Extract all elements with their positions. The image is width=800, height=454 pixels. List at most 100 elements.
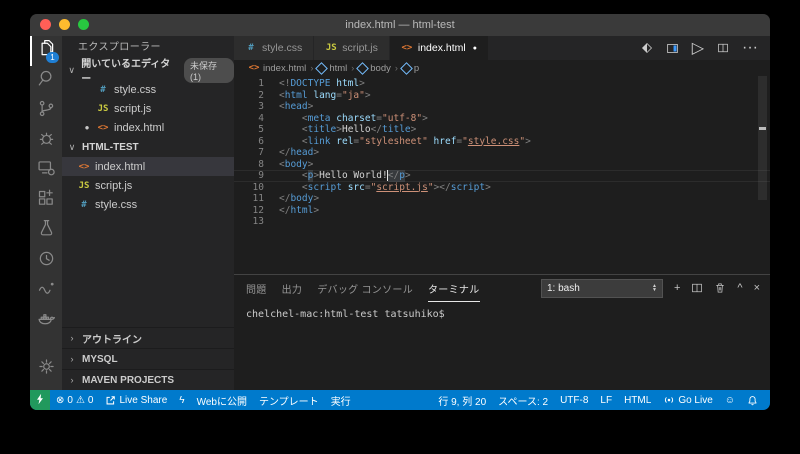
section-MYSQL[interactable]: ›MYSQL (62, 348, 234, 369)
panel-tab-出力[interactable]: 出力 (282, 275, 303, 302)
code-token: DOCTYPE (290, 78, 330, 90)
status-run-task[interactable]: 実行 (325, 390, 357, 410)
close-window-button[interactable] (40, 19, 51, 30)
panel-tab-デバッグ コンソール[interactable]: デバッグ コンソール (317, 275, 413, 302)
activity-docker-button[interactable] (30, 306, 62, 336)
editor-group: #style.cssJSscript.js<>index.html● ▷··· … (234, 36, 770, 390)
section-MAVEN PROJECTS[interactable]: ›MAVEN PROJECTS (62, 369, 234, 390)
warning-icon: ⚠ (76, 395, 85, 406)
breadcrumb-item[interactable]: <>index.html (248, 63, 306, 74)
code-token: title (308, 124, 337, 136)
open-preview-icon[interactable] (666, 42, 679, 55)
js-file-icon: JS (78, 181, 90, 191)
folder-section-header[interactable]: ∨ HTML-TEST (62, 137, 234, 157)
panel-tab-問題[interactable]: 問題 (246, 275, 267, 302)
panel-actions: + ^ × (674, 282, 760, 294)
panel-toolbar: 1: bash ▲▼ + ^ × (541, 279, 760, 298)
open-editors-section-header[interactable]: ∨ 開いているエディター 未保存 (1) (62, 60, 234, 80)
dirty-indicator: ● (473, 45, 477, 52)
run-code-icon[interactable]: ▷ (692, 38, 704, 58)
split-editor-icon[interactable] (717, 42, 729, 54)
activity-source-control-button[interactable] (30, 96, 62, 126)
editor-scrollbar[interactable] (758, 76, 767, 200)
breadcrumb-item[interactable]: p (402, 63, 419, 74)
activity-settings-button[interactable] (30, 354, 62, 384)
code-token: > (422, 113, 428, 125)
tab-script.js[interactable]: JSscript.js (314, 36, 390, 60)
code-editor[interactable]: 1<!DOCTYPE html>2<html lang="ja">3<head>… (234, 76, 770, 274)
activity-extensions-button[interactable] (30, 186, 62, 216)
status-notifications[interactable] (741, 390, 764, 410)
breadcrumb-separator-icon: › (395, 63, 398, 73)
activity-debug-button[interactable] (30, 126, 62, 156)
activity-testing-button[interactable] (30, 216, 62, 246)
tree-item[interactable]: #style.css (62, 195, 234, 214)
close-panel-icon[interactable]: × (754, 282, 760, 294)
split-terminal-icon[interactable] (691, 282, 703, 294)
status-label: 0 (67, 395, 73, 406)
status-go-live[interactable]: Go Live (657, 390, 718, 410)
format-diamond-icon[interactable] (641, 42, 653, 54)
status-live-share[interactable]: Live Share (99, 390, 173, 410)
tab-style.css[interactable]: #style.css (234, 36, 314, 60)
unsaved-badge: 未保存 (1) (184, 58, 234, 83)
remote-indicator[interactable] (30, 390, 50, 410)
code-token: > (359, 78, 365, 90)
code-token: "ja" (342, 90, 365, 102)
code-token: > (313, 205, 319, 217)
symbol-icon (356, 62, 369, 75)
activity-badge: 1 (46, 52, 59, 63)
more-actions-icon[interactable]: ··· (742, 39, 758, 57)
code-line: 6 <link rel="stylesheet" href="style.css… (234, 136, 770, 148)
open-editor-item[interactable]: ●<>index.html (62, 118, 234, 137)
open-editor-item[interactable]: #style.css (62, 80, 234, 99)
activity-search-button[interactable] (30, 66, 62, 96)
status-problems[interactable]: ⊗0⚠0 (50, 390, 99, 410)
activity-remote-explorer-button[interactable] (30, 156, 62, 186)
breadcrumb-item[interactable]: html (317, 63, 347, 74)
status-cursor-position[interactable]: 行 9, 列 20 (432, 390, 492, 410)
breadcrumb-item[interactable]: body (358, 63, 391, 74)
status-encoding[interactable]: UTF-8 (554, 390, 594, 410)
status-template[interactable]: テンプレート (253, 390, 325, 410)
broadcast-icon (663, 394, 675, 406)
status-label: 実行 (331, 393, 351, 408)
kill-terminal-icon[interactable] (714, 282, 726, 294)
zoom-window-button[interactable] (78, 19, 89, 30)
panel-tab-ターミナル[interactable]: ターミナル (428, 275, 480, 302)
tab-index.html[interactable]: <>index.html● (390, 36, 489, 60)
chevron-right-icon: › (66, 375, 78, 385)
section-アウトライン[interactable]: ›アウトライン (62, 327, 234, 348)
status-indentation[interactable]: スペース: 2 (492, 390, 554, 410)
file-name: style.css (114, 84, 156, 96)
code-token: Hello World! (319, 170, 388, 182)
open-editor-item[interactable]: JSscript.js (62, 99, 234, 118)
status-label: 0 (88, 395, 94, 406)
status-publish-web[interactable]: Webに公開 (191, 390, 253, 410)
code-token: <! (279, 78, 290, 90)
status-language-mode[interactable]: HTML (618, 390, 657, 410)
status-feedback[interactable]: ☺ (719, 390, 741, 410)
line-number: 5 (234, 124, 279, 136)
editor-actions: ▷ ··· (641, 36, 770, 60)
activity-timer-button[interactable] (30, 246, 62, 276)
settings-icon (36, 356, 57, 382)
activity-live-wave-button[interactable] (30, 276, 62, 306)
code-token: > (365, 90, 371, 102)
status-deploy[interactable]: ϟ (173, 390, 190, 410)
new-terminal-icon[interactable]: + (674, 282, 680, 294)
tree-item[interactable]: <>index.html (62, 157, 234, 176)
maximize-panel-icon[interactable]: ^ (737, 282, 742, 294)
activity-explorer-button[interactable]: 1 (30, 36, 62, 66)
terminal-output[interactable]: chelchel-mac:html-test tatsuhiko$ (234, 301, 770, 390)
code-line: 10 <script src="script.js"></script> (234, 182, 770, 194)
terminal-line: chelchel-mac:html-test tatsuhiko$ (246, 309, 770, 320)
title-bar[interactable]: index.html — html-test (30, 14, 770, 36)
status-eol[interactable]: LF (594, 390, 618, 410)
minimize-window-button[interactable] (59, 19, 70, 30)
tab-label: script.js (342, 42, 378, 54)
terminal-select[interactable]: 1: bash ▲▼ (541, 279, 663, 298)
sidebar-bottom-sections: ›アウトライン›MYSQL›MAVEN PROJECTS (62, 327, 234, 390)
code-token: Hello (342, 124, 371, 136)
tree-item[interactable]: JSscript.js (62, 176, 234, 195)
